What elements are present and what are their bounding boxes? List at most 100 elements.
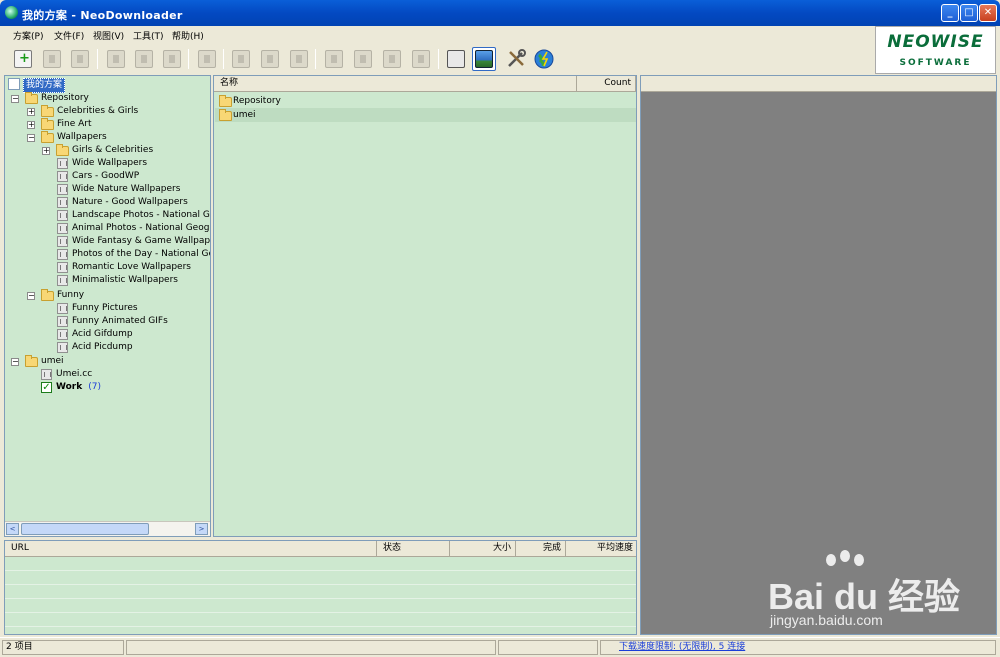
menu-help[interactable]: 帮助(H) [172, 29, 204, 42]
collapse-icon[interactable]: − [27, 134, 35, 142]
resume-icon [135, 50, 153, 68]
picture-icon [475, 50, 493, 68]
tools-button[interactable] [504, 47, 528, 71]
refresh-button[interactable] [195, 47, 219, 71]
export-icon [261, 50, 279, 68]
web-update-button[interactable] [532, 47, 556, 71]
stop-icon [163, 50, 181, 68]
remove-images-icon [354, 50, 372, 68]
remove-images-button[interactable] [351, 47, 375, 71]
queue-icon [290, 50, 308, 68]
menu-plan[interactable]: 方案(P) [13, 29, 43, 42]
tree-label: Funny [57, 290, 85, 300]
scroll-right-arrow-icon[interactable]: > [195, 523, 208, 535]
play-icon [107, 50, 125, 68]
images-button[interactable] [322, 47, 346, 71]
watermark-url: jingyan.baidu.com [770, 612, 883, 628]
menu-file[interactable]: 文件(F) [54, 29, 84, 42]
slideshow-icon [383, 50, 401, 68]
tree-label: Wide Fantasy & Game Wallpapers [72, 236, 211, 246]
resume-button[interactable] [132, 47, 156, 71]
toolbar: + [4, 44, 874, 74]
logo-text: NEOWISE [887, 32, 984, 52]
tree-label: Wide Nature Wallpapers [72, 184, 181, 194]
folder-icon [41, 118, 54, 130]
expand-icon[interactable]: + [42, 147, 50, 155]
scroll-thumb[interactable] [21, 523, 149, 535]
column-status[interactable]: 状态 [377, 541, 450, 557]
column-done[interactable]: 完成 [516, 541, 566, 557]
collapse-icon[interactable]: − [27, 292, 35, 300]
tree-label: Girls & Celebrities [72, 145, 154, 155]
column-url[interactable]: URL [5, 541, 377, 557]
delete-button[interactable] [68, 47, 92, 71]
table-row [5, 599, 636, 613]
new-project-button[interactable]: + [11, 47, 35, 71]
start-button[interactable] [104, 47, 128, 71]
folder-icon [41, 131, 54, 143]
gallery-icon [57, 210, 68, 221]
tree-label: Repository [41, 93, 89, 103]
edit-icon [43, 50, 61, 68]
window-icon [447, 50, 465, 68]
gallery-icon [57, 184, 68, 195]
project-tree[interactable]: 我的方案 − Repository + Celebrities & Girls … [4, 75, 211, 537]
tree-label: Nature - Good Wallpapers [72, 197, 188, 207]
stop-button[interactable] [160, 47, 184, 71]
paw-icon [854, 554, 864, 566]
gallery-icon [57, 262, 68, 273]
queue-button[interactable] [287, 47, 311, 71]
table-row [5, 571, 636, 585]
view-browser-button[interactable] [444, 47, 468, 71]
globe-icon [534, 49, 554, 69]
close-button[interactable]: ✕ [979, 4, 997, 22]
menu-view[interactable]: 视图(V) [93, 29, 124, 42]
tree-horizontal-scrollbar[interactable]: < > [5, 521, 210, 536]
column-size[interactable]: 大小 [450, 541, 516, 557]
document-icon [8, 78, 20, 90]
scroll-left-arrow-icon[interactable]: < [6, 523, 19, 535]
gallery-icon [57, 236, 68, 247]
images-icon [325, 50, 343, 68]
collapse-icon[interactable]: − [11, 358, 19, 366]
app-icon[interactable] [5, 6, 18, 19]
menu-tools[interactable]: 工具(T) [133, 29, 164, 42]
speed-limit-link[interactable]: 下载速度限制: (无限制), 5 连接 [619, 642, 745, 652]
tree-label: 我的方案 [23, 78, 66, 93]
tree-label: Photos of the Day - National Geogr [72, 249, 210, 259]
edit-button[interactable] [40, 47, 64, 71]
minimize-button[interactable]: _ [941, 4, 959, 22]
gallery-icon [57, 316, 68, 327]
collapse-icon[interactable]: − [11, 95, 19, 103]
column-speed[interactable]: 平均速度 [566, 541, 636, 557]
slideshow-button[interactable] [380, 47, 404, 71]
list-item[interactable]: umei [215, 108, 636, 122]
content-list[interactable]: 名称 Count Repository umei [213, 75, 637, 537]
gallery-icon [57, 171, 68, 182]
print-button[interactable] [409, 47, 433, 71]
view-preview-button[interactable] [472, 47, 496, 71]
expand-icon[interactable]: + [27, 121, 35, 129]
maximize-button[interactable]: □ [960, 4, 978, 22]
expand-icon[interactable]: + [27, 108, 35, 116]
tree-label: Acid Picdump [72, 342, 133, 352]
tools-icon [508, 49, 526, 67]
folder-icon [41, 105, 54, 117]
neowise-logo: NEOWISE SOFTWARE [875, 26, 996, 74]
download-queue[interactable]: URL 状态 大小 完成 平均速度 [4, 540, 637, 635]
printer-icon [412, 50, 430, 68]
table-row [5, 557, 636, 571]
folder-icon [25, 92, 38, 104]
tree-label: Animal Photos - National Geograph [72, 223, 210, 233]
tree-label: Landscape Photos - National Geogr [72, 210, 210, 220]
refresh-icon [198, 50, 216, 68]
gallery-icon [57, 197, 68, 208]
tree-label: Minimalistic Wallpapers [72, 275, 178, 285]
export-button[interactable] [258, 47, 282, 71]
tree-label: umei [41, 356, 64, 366]
column-name[interactable]: 名称 [214, 76, 577, 92]
list-item[interactable]: Repository [215, 94, 636, 108]
tree-label: Umei.cc [56, 369, 93, 379]
import-button[interactable] [229, 47, 253, 71]
column-count[interactable]: Count [577, 76, 636, 92]
